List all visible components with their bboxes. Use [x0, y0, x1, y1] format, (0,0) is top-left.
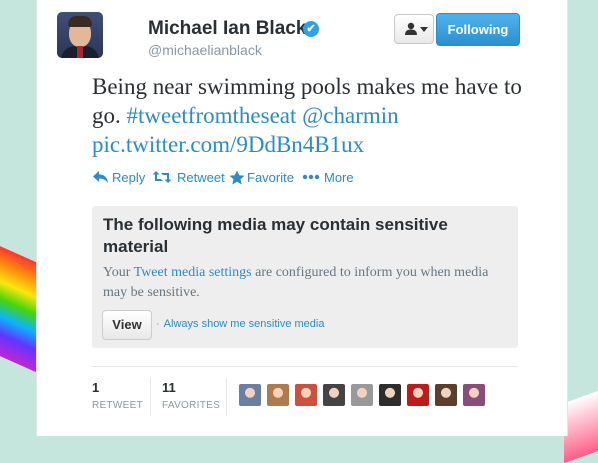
stat-divider — [150, 378, 151, 416]
favoriter-avatar[interactable] — [323, 384, 345, 406]
favorite-label: Favorite — [247, 170, 294, 185]
reply-label: Reply — [112, 170, 146, 185]
stat-divider — [226, 378, 227, 416]
more-action[interactable]: More — [302, 168, 357, 188]
tweet-text: Being near swimming pools makes me have … — [92, 72, 532, 159]
mention-link[interactable]: @charmin — [302, 103, 399, 128]
favorite-action[interactable]: Favorite — [229, 168, 299, 188]
retweet-stat-label: RETWEET — [92, 400, 143, 411]
following-button[interactable]: Following — [436, 13, 520, 46]
chevron-down-icon — [420, 27, 428, 32]
always-show-sensitive-link[interactable]: · Always show me sensitive media — [156, 318, 324, 330]
media-link[interactable]: pic.twitter.com/9DdBn4B1ux — [92, 132, 364, 157]
favoriter-avatar[interactable] — [463, 384, 485, 406]
favorites-count: 11 — [162, 380, 176, 395]
more-label: More — [324, 170, 354, 185]
reply-action[interactable]: Reply — [92, 168, 146, 188]
media-settings-link[interactable]: Tweet media settings — [134, 265, 252, 280]
divider — [92, 366, 518, 367]
separator-dot: · — [156, 318, 160, 330]
ellipsis-icon — [302, 174, 320, 180]
sensitive-media-notice: The following media may contain sensitiv… — [92, 206, 518, 348]
pink-decoration — [564, 388, 598, 463]
retweet-label: Retweet — [177, 170, 225, 185]
favorites-stat[interactable]: 11 FAVORITES — [162, 380, 220, 411]
person-icon — [405, 22, 417, 35]
desc-prefix: Your — [103, 265, 134, 280]
always-show-label: Always show me sensitive media — [163, 318, 325, 330]
favoriter-avatar[interactable] — [407, 384, 429, 406]
favoriter-avatar[interactable] — [267, 384, 289, 406]
sensitive-media-title: The following media may contain sensitiv… — [103, 215, 448, 256]
user-handle[interactable]: @michaelianblack — [148, 42, 262, 58]
reply-icon — [93, 171, 108, 183]
verified-badge-icon: ✔ — [303, 21, 319, 37]
hashtag-link[interactable]: #tweetfromtheseat — [127, 103, 297, 128]
user-name[interactable]: Michael Ian Black — [148, 18, 306, 40]
retweet-stat[interactable]: 1 RETWEET — [92, 380, 143, 411]
favorites-stat-label: FAVORITES — [162, 400, 221, 411]
favoriter-avatar[interactable] — [379, 384, 401, 406]
user-actions-dropdown[interactable] — [394, 14, 434, 44]
retweet-action[interactable]: Retweet — [152, 168, 225, 188]
favoriter-avatar[interactable] — [351, 384, 373, 406]
retweet-icon — [152, 171, 172, 183]
favoriter-avatar[interactable] — [295, 384, 317, 406]
favoriter-avatar[interactable] — [435, 384, 457, 406]
retweet-count: 1 — [92, 380, 100, 395]
view-button[interactable]: View — [102, 310, 152, 340]
sensitive-media-description: Your Tweet media settings are configured… — [103, 263, 503, 303]
star-icon — [229, 170, 245, 185]
avatar[interactable] — [57, 12, 103, 58]
favoriter-avatar[interactable] — [239, 384, 261, 406]
